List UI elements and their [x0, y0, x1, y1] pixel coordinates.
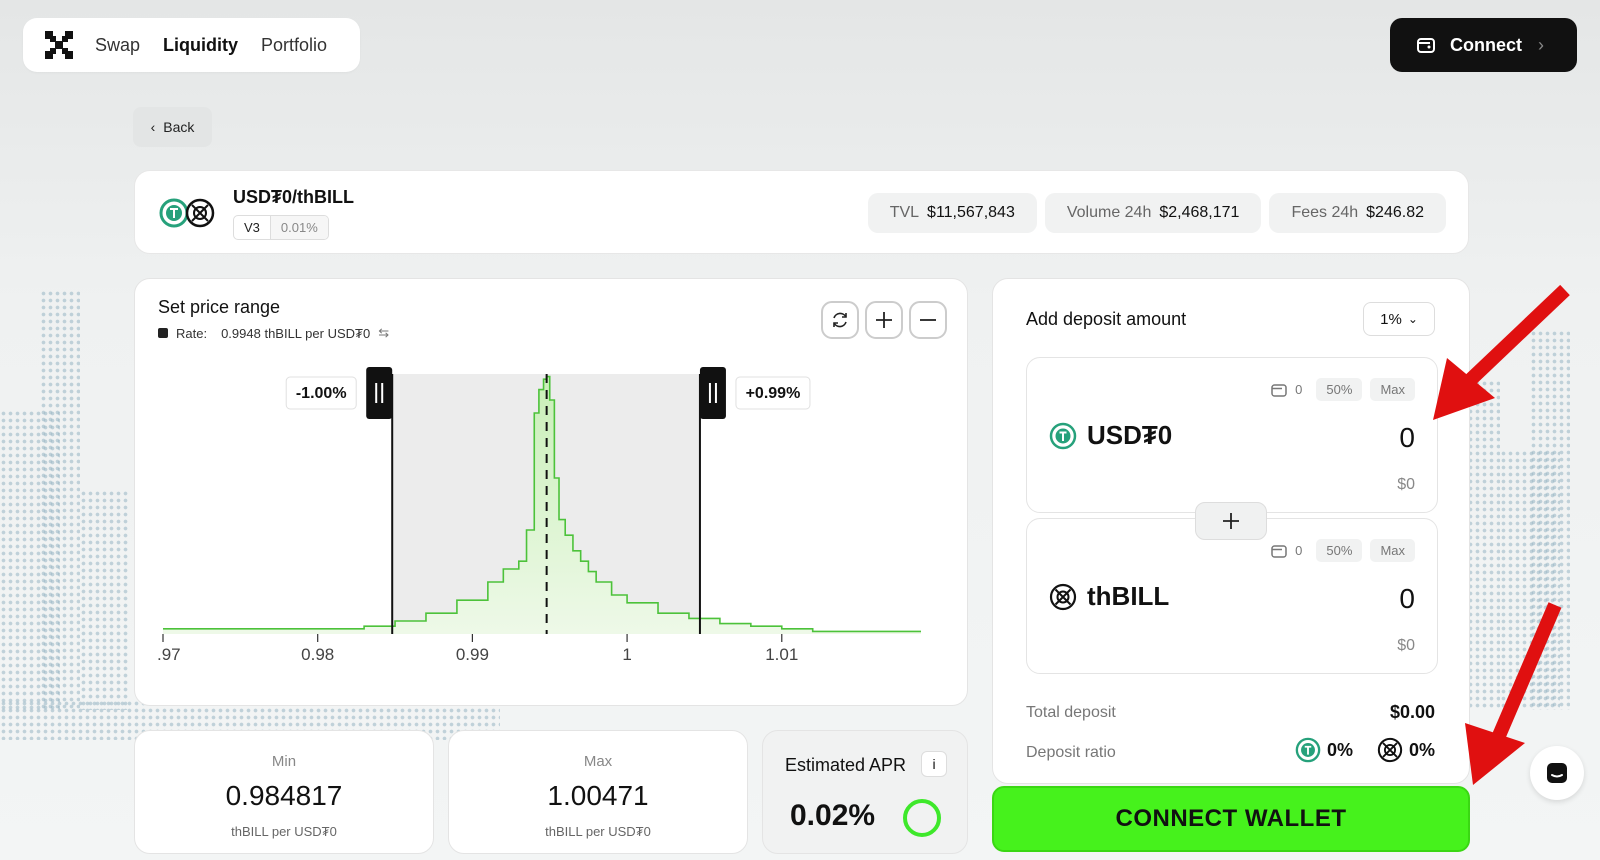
- max-title: Max: [583, 753, 613, 770]
- x-tick-label: 0.99: [456, 645, 489, 664]
- connect-wallet-button[interactable]: CONNECT WALLET: [992, 786, 1470, 852]
- token-label: USD₮0: [1049, 420, 1172, 451]
- usd-value: $0: [1397, 637, 1415, 654]
- balance-row: 0 50% Max: [1271, 539, 1415, 562]
- upper-handle[interactable]: [699, 367, 726, 419]
- amount-input[interactable]: 0: [1399, 422, 1415, 454]
- deposit-ratio-label: Deposit ratio: [1026, 744, 1116, 761]
- version-badge: V3: [234, 216, 271, 239]
- pair-name: USD₮0/thBILL: [233, 187, 354, 207]
- min-value[interactable]: 0.984817: [135, 780, 433, 812]
- max-price-card[interactable]: Max 1.00471 thBILL per USD₮0: [448, 730, 748, 854]
- token-symbol: USD₮0: [1087, 420, 1173, 450]
- chat-button[interactable]: [1530, 746, 1584, 800]
- amount-input[interactable]: 0: [1399, 583, 1415, 615]
- thbill-icon: [185, 198, 215, 228]
- deposit-card: Add deposit amount 1% ⌄ 0 50% Max USD₮0 …: [992, 278, 1470, 784]
- stat-label: Fees 24h: [1291, 204, 1359, 221]
- balance-value: 0: [1295, 543, 1303, 558]
- wallet-icon: [1271, 383, 1287, 397]
- token-label: thBILL: [1049, 581, 1169, 612]
- min-unit: thBILL per USD₮0: [231, 824, 337, 839]
- x-tick-label: 1: [622, 645, 631, 664]
- token-input-usdt0[interactable]: 0 50% Max USD₮0 0 $0: [1026, 357, 1438, 513]
- x-tick-label: .97: [157, 645, 181, 664]
- max-button[interactable]: Max: [1370, 378, 1415, 401]
- usdt0-icon: [159, 198, 189, 228]
- max-unit: thBILL per USD₮0: [545, 824, 651, 839]
- pool-header: USD₮0/thBILL V3 0.01% TVL $11,567,843 Vo…: [134, 170, 1469, 254]
- nav-swap[interactable]: Swap: [95, 35, 140, 56]
- apr-value: 0.02%: [790, 799, 876, 832]
- total-deposit-value: $0.00: [1389, 702, 1435, 722]
- usd-value: $0: [1397, 476, 1415, 493]
- pool-tags: V3 0.01%: [233, 215, 329, 240]
- stat-value: $246.82: [1366, 204, 1424, 221]
- stat-label: TVL: [889, 204, 920, 221]
- liquidity-area: [163, 376, 921, 634]
- slippage-select[interactable]: 1% ⌄: [1363, 302, 1435, 336]
- apr-ring-icon: [903, 799, 941, 837]
- max-button[interactable]: Max: [1370, 539, 1415, 562]
- total-deposit-label: Total deposit: [1026, 704, 1116, 721]
- stat-tvl: TVL $11,567,843: [867, 193, 1037, 233]
- pair-icons: [159, 198, 215, 228]
- ratio-b-value: 0%: [1408, 739, 1435, 760]
- chevron-right-icon: ›: [1538, 34, 1544, 55]
- stat-label: Volume 24h: [1066, 204, 1152, 221]
- price-range-card: Set price range Rate: 0.9948 thBILL per …: [134, 278, 968, 706]
- balance-value: 0: [1295, 382, 1303, 397]
- chat-icon: [1547, 763, 1567, 783]
- lower-handle[interactable]: [366, 367, 393, 419]
- usdt0-icon: [1049, 422, 1077, 449]
- connect-label: Connect: [1450, 34, 1522, 55]
- half-button[interactable]: 50%: [1316, 539, 1363, 562]
- stat-fees: Fees 24h $246.82: [1269, 193, 1446, 233]
- chevron-left-icon: ‹: [150, 119, 156, 135]
- liquidity-chart[interactable]: -1.00% +0.99% .97 0.98 0.99 1 1.01: [135, 279, 969, 707]
- wallet-icon: [1271, 544, 1287, 558]
- stat-volume: Volume 24h $2,468,171: [1044, 193, 1262, 233]
- max-value[interactable]: 1.00471: [449, 780, 747, 812]
- back-label: Back: [163, 119, 195, 135]
- deposit-title: Add deposit amount: [1026, 309, 1187, 329]
- upper-pct-label: +0.99%: [746, 385, 801, 402]
- apr-card: Estimated APR i 0.02%: [762, 730, 968, 854]
- nav-liquidity[interactable]: Liquidity: [163, 35, 238, 56]
- top-nav: Swap Liquidity Portfolio: [23, 18, 360, 72]
- token-input-thbill[interactable]: 0 50% Max thBILL 0 $0: [1026, 518, 1438, 674]
- lower-pct-label: -1.00%: [296, 385, 347, 402]
- thbill-icon: [1049, 583, 1077, 610]
- back-button[interactable]: ‹ Back: [133, 107, 212, 147]
- token-symbol: thBILL: [1087, 581, 1170, 611]
- apr-title: Estimated APR: [785, 755, 907, 775]
- chevron-down-icon: ⌄: [1407, 312, 1418, 326]
- slippage-value: 1%: [1380, 310, 1402, 328]
- min-title: Min: [271, 753, 297, 770]
- min-price-card[interactable]: Min 0.984817 thBILL per USD₮0: [134, 730, 434, 854]
- usdt0-icon: [1295, 737, 1321, 763]
- nav-portfolio[interactable]: Portfolio: [261, 35, 327, 56]
- stat-value: $2,468,171: [1159, 204, 1240, 221]
- wallet-icon: [1417, 38, 1435, 53]
- x-tick-label: 0.98: [301, 645, 334, 664]
- x-tick-label: 1.01: [765, 645, 798, 664]
- connect-button[interactable]: Connect ›: [1390, 18, 1577, 72]
- stat-value: $11,567,843: [927, 204, 1015, 221]
- apr-info-button[interactable]: i: [921, 751, 947, 777]
- ratio-a-value: 0%: [1326, 739, 1353, 760]
- add-token-plus-icon: [1195, 502, 1267, 540]
- thbill-icon: [1377, 737, 1403, 763]
- fee-tier-badge: 0.01%: [270, 216, 328, 239]
- pool-stats: TVL $11,567,843 Volume 24h $2,468,171 Fe…: [867, 193, 1446, 233]
- app-logo-icon[interactable]: [45, 31, 73, 59]
- balance-row: 0 50% Max: [1271, 378, 1415, 401]
- half-button[interactable]: 50%: [1316, 378, 1363, 401]
- deposit-ratio-values: 0% 0%: [1295, 737, 1435, 763]
